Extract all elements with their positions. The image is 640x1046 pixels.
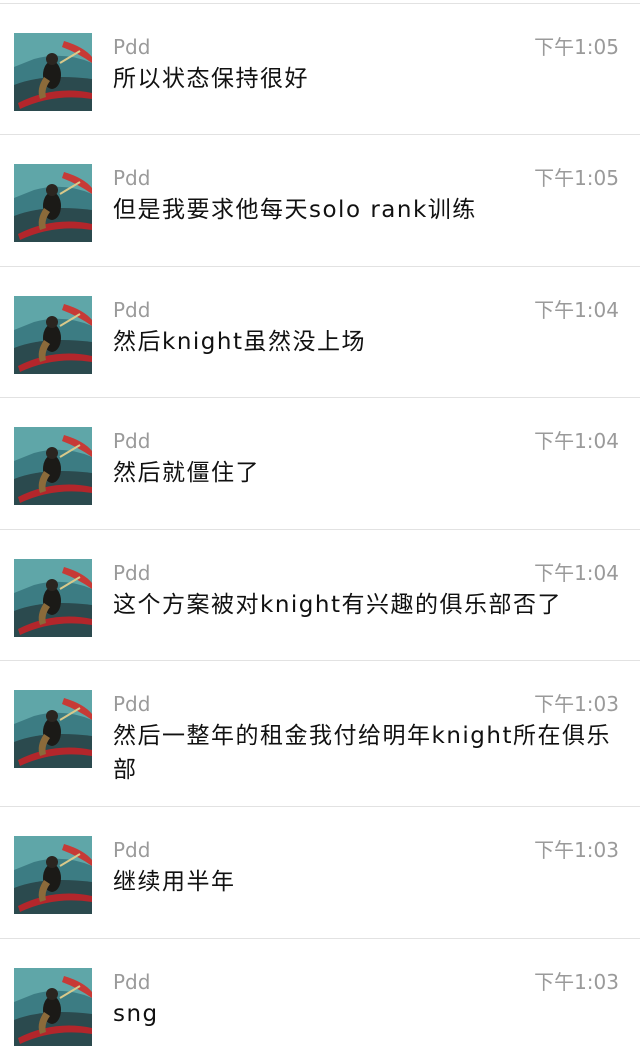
sender-name: Pdd bbox=[113, 298, 151, 322]
message-row[interactable]: Pdd 下午1:04 然后knight虽然没上场 bbox=[0, 267, 640, 398]
message-text: 继续用半年 bbox=[113, 869, 236, 895]
sender-name: Pdd bbox=[113, 561, 151, 585]
message-time: 下午1:03 bbox=[534, 838, 619, 862]
message-row[interactable]: Pdd 下午1:04 然后就僵住了 bbox=[0, 398, 640, 530]
message-text: 然后knight虽然没上场 bbox=[113, 329, 366, 355]
message-time: 下午1:04 bbox=[534, 561, 619, 585]
sender-name: Pdd bbox=[113, 970, 151, 994]
avatar[interactable] bbox=[14, 296, 92, 374]
message-text: 然后一整年的租金我付给明年knight所在俱乐部 bbox=[113, 723, 611, 783]
message-row[interactable]: Pdd 下午1:04 这个方案被对knight有兴趣的俱乐部否了 bbox=[0, 530, 640, 661]
message-time: 下午1:05 bbox=[534, 35, 619, 59]
message-time: 下午1:03 bbox=[534, 692, 619, 716]
avatar[interactable] bbox=[14, 836, 92, 914]
message-time: 下午1:04 bbox=[534, 298, 619, 322]
avatar[interactable] bbox=[14, 164, 92, 242]
message-time: 下午1:04 bbox=[534, 429, 619, 453]
message-time: 下午1:05 bbox=[534, 166, 619, 190]
sender-name: Pdd bbox=[113, 429, 151, 453]
message-text: sng bbox=[113, 1001, 159, 1027]
avatar[interactable] bbox=[14, 33, 92, 111]
message-row[interactable]: Pdd 下午1:03 继续用半年 bbox=[0, 807, 640, 939]
message-row[interactable]: Pdd 下午1:03 sng bbox=[0, 939, 640, 1046]
sender-name: Pdd bbox=[113, 692, 151, 716]
sender-name: Pdd bbox=[113, 35, 151, 59]
message-text: 所以状态保持很好 bbox=[113, 66, 309, 92]
message-time: 下午1:03 bbox=[534, 970, 619, 994]
message-text: 这个方案被对knight有兴趣的俱乐部否了 bbox=[113, 592, 562, 618]
message-row[interactable]: Pdd 下午1:05 所以状态保持很好 bbox=[0, 4, 640, 135]
message-row[interactable]: Pdd 下午1:03 然后一整年的租金我付给明年knight所在俱乐部 bbox=[0, 661, 640, 807]
avatar[interactable] bbox=[14, 559, 92, 637]
avatar[interactable] bbox=[14, 427, 92, 505]
avatar[interactable] bbox=[14, 968, 92, 1046]
message-text: 但是我要求他每天solo rank训练 bbox=[113, 197, 477, 223]
sender-name: Pdd bbox=[113, 166, 151, 190]
sender-name: Pdd bbox=[113, 838, 151, 862]
message-row[interactable]: Pdd 下午1:05 但是我要求他每天solo rank训练 bbox=[0, 135, 640, 267]
avatar[interactable] bbox=[14, 690, 92, 768]
message-text: 然后就僵住了 bbox=[113, 460, 260, 486]
